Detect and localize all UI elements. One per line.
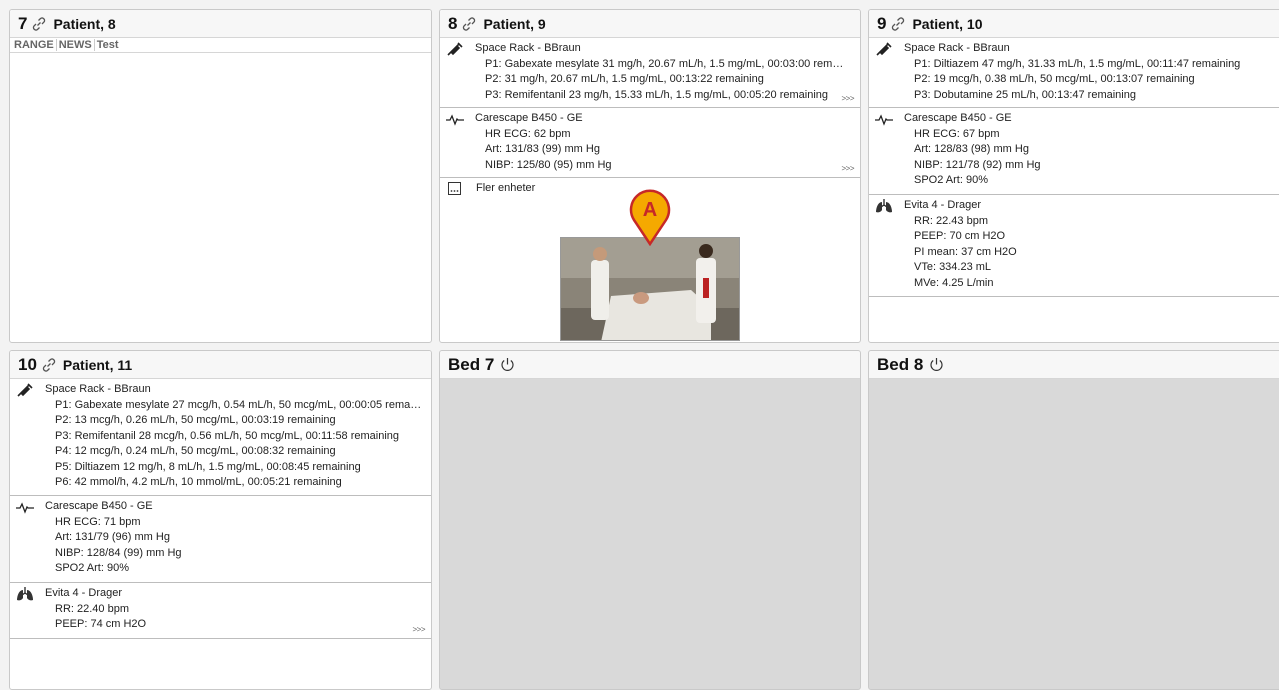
range-news-row: RANGE NEWS Test — [10, 38, 431, 53]
bed-number: 8 — [448, 13, 458, 33]
pump-line-5: P5: Diltiazem 12 mg/h, 8 mL/h, 1.5 mg/mL… — [55, 460, 361, 473]
monitor-line-2: Art: 131/79 (96) mm Hg — [55, 531, 170, 543]
pump-line-2: P2: 13 mcg/h, 0.26 mL/h, 50 mcg/mL, 00:0… — [55, 414, 336, 426]
link-icon — [42, 357, 56, 372]
bed-panel-8[interactable]: 8 Patient, 9 Space Rack - BBraun P1: Gab… — [439, 9, 861, 343]
device-name: Evita 4 - Drager — [45, 587, 123, 599]
panel-header[interactable]: Bed 8 — [869, 351, 1279, 379]
syringe-icon — [447, 42, 463, 56]
pump-line-1: P1: Diltiazem 47 mg/h, 31.33 mL/h, 1.5 m… — [914, 57, 1241, 70]
bed-panel-9[interactable]: 9 Patient, 10 Space Rack - BBraun P1: Di… — [868, 9, 1279, 343]
device-name: Carescape B450 - GE — [475, 112, 583, 124]
marker-label: A — [643, 199, 657, 221]
monitor-line-4: SPO2 Art: 90% — [55, 562, 129, 574]
news-label: NEWS — [56, 39, 95, 51]
pump-line-2: P2: 31 mg/h, 20.67 mL/h, 1.5 mg/mL, 00:1… — [485, 73, 764, 85]
patient-name[interactable]: Patient, 11 — [63, 357, 132, 373]
bed-panel-bed-7[interactable]: Bed 7 — [439, 350, 861, 690]
more-button[interactable]: >>> — [841, 91, 854, 107]
vent-line-1: RR: 22.40 bpm — [55, 602, 129, 615]
range-label: RANGE — [12, 39, 57, 51]
monitor-line-1: HR ECG: 71 bpm — [55, 515, 141, 528]
bed-panel-7[interactable]: 7 Patient, 8 RANGE NEWS Test — [9, 9, 432, 343]
heartbeat-icon — [446, 114, 464, 126]
link-icon — [892, 16, 905, 31]
vent-line-5: MVe: 4.25 L/min — [914, 276, 994, 289]
patient-room-photo — [560, 237, 740, 341]
bed-panel-10[interactable]: 10 Patient, 11 Space Rack - BBraun P1: G… — [9, 350, 432, 690]
panel-header[interactable]: 7 Patient, 8 — [10, 10, 431, 38]
patient-name[interactable]: Patient, 10 — [912, 16, 982, 32]
device-name: Space Rack - BBraun — [45, 383, 151, 395]
infusion-pump-device[interactable]: Space Rack - BBraun P1: Diltiazem 47 mg/… — [869, 38, 1279, 108]
bed-grid: 7 Patient, 8 RANGE NEWS Test 8 Patient, 9 … — [0, 0, 1279, 690]
annotation-marker-a: A — [629, 189, 671, 246]
device-name: Carescape B450 - GE — [45, 500, 153, 512]
bed-number: 10 — [18, 354, 37, 374]
pump-line-4: P4: 12 mcg/h, 0.24 mL/h, 50 mcg/mL, 00:0… — [55, 445, 336, 457]
ellipsis-box-icon — [448, 182, 461, 195]
power-icon[interactable] — [500, 357, 515, 372]
monitor-line-2: Art: 131/83 (99) mm Hg — [485, 143, 600, 155]
panel-header[interactable]: Bed 7 — [440, 351, 860, 379]
power-icon[interactable] — [929, 357, 944, 372]
pump-line-3: P3: Dobutamine 25 mL/h, 00:13:47 remaini… — [914, 88, 1136, 101]
more-button[interactable]: >>> — [412, 622, 425, 638]
bed-number: 7 — [18, 13, 28, 33]
link-icon — [33, 16, 46, 31]
monitor-device[interactable]: Carescape B450 - GE HR ECG: 67 bpm Art: … — [869, 108, 1279, 195]
monitor-device[interactable]: Carescape B450 - GE HR ECG: 62 bpm Art: … — [440, 108, 860, 178]
pump-line-3: P3: Remifentanil 23 mg/h, 15.33 mL/h, 1.… — [485, 88, 829, 101]
patient-name[interactable]: Patient, 9 — [483, 16, 545, 32]
bed-number: 9 — [877, 13, 887, 33]
heartbeat-icon — [16, 502, 34, 514]
pump-line-6: P6: 42 mmol/h, 4.2 mL/h, 10 mmol/mL, 00:… — [55, 476, 342, 488]
syringe-icon — [876, 42, 892, 56]
monitor-line-2: Art: 128/83 (98) mm Hg — [914, 143, 1029, 155]
monitor-line-3: NIBP: 128/84 (99) mm Hg — [55, 546, 182, 559]
monitor-device[interactable]: Carescape B450 - GE HR ECG: 71 bpm Art: … — [10, 496, 431, 583]
monitor-line-1: HR ECG: 67 bpm — [914, 127, 1000, 140]
pump-line-1: P1: Gabexate mesylate 27 mcg/h, 0.54 mL/… — [55, 398, 422, 411]
more-devices-label: Fler enheter — [476, 182, 536, 194]
bed-title: Bed 8 — [877, 354, 924, 374]
vent-line-4: VTe: 334.23 mL — [914, 261, 992, 273]
pump-line-1: P1: Gabexate mesylate 31 mg/h, 20.67 mL/… — [485, 57, 848, 70]
lungs-icon — [876, 199, 892, 213]
ventilator-device[interactable]: Evita 4 - Drager RR: 22.43 bpm PEEP: 70 … — [869, 195, 1279, 297]
monitor-line-1: HR ECG: 62 bpm — [485, 127, 571, 140]
bed-panel-bed-8[interactable]: Bed 8 — [868, 350, 1279, 690]
device-name: Space Rack - BBraun — [904, 42, 1010, 54]
monitor-line-4: SPO2 Art: 90% — [914, 174, 988, 186]
test-label: Test — [96, 39, 119, 51]
device-name: Space Rack - BBraun — [475, 42, 581, 54]
pump-line-2: P2: 19 mcg/h, 0.38 mL/h, 50 mcg/mL, 00:1… — [914, 73, 1195, 85]
patient-name[interactable]: Patient, 8 — [53, 16, 115, 32]
lungs-icon — [17, 587, 33, 601]
heartbeat-icon — [875, 114, 893, 126]
vent-line-3: PI mean: 37 cm H2O — [914, 245, 1017, 258]
ventilator-device[interactable]: Evita 4 - Drager RR: 22.40 bpm PEEP: 74 … — [10, 583, 431, 639]
more-button[interactable]: >>> — [841, 161, 854, 177]
device-name: Carescape B450 - GE — [904, 112, 1012, 124]
infusion-pump-device[interactable]: Space Rack - BBraun P1: Gabexate mesylat… — [10, 379, 431, 496]
device-name: Evita 4 - Drager — [904, 199, 982, 211]
vent-line-2: PEEP: 70 cm H2O — [914, 230, 1006, 242]
panel-header[interactable]: 9 Patient, 10 — [869, 10, 1279, 38]
vent-line-1: RR: 22.43 bpm — [914, 214, 988, 227]
monitor-line-3: NIBP: 125/80 (95) mm Hg — [485, 158, 612, 171]
bed-title: Bed 7 — [448, 354, 495, 374]
monitor-line-3: NIBP: 121/78 (92) mm Hg — [914, 158, 1041, 171]
pump-line-3: P3: Remifentanil 28 mcg/h, 0.56 mL/h, 50… — [55, 429, 400, 442]
panel-header[interactable]: 10 Patient, 11 — [10, 351, 431, 379]
syringe-icon — [17, 383, 33, 397]
link-icon — [463, 16, 476, 31]
infusion-pump-device[interactable]: Space Rack - BBraun P1: Gabexate mesylat… — [440, 38, 860, 108]
panel-header[interactable]: 8 Patient, 9 — [440, 10, 860, 38]
vent-line-2: PEEP: 74 cm H2O — [55, 618, 147, 630]
